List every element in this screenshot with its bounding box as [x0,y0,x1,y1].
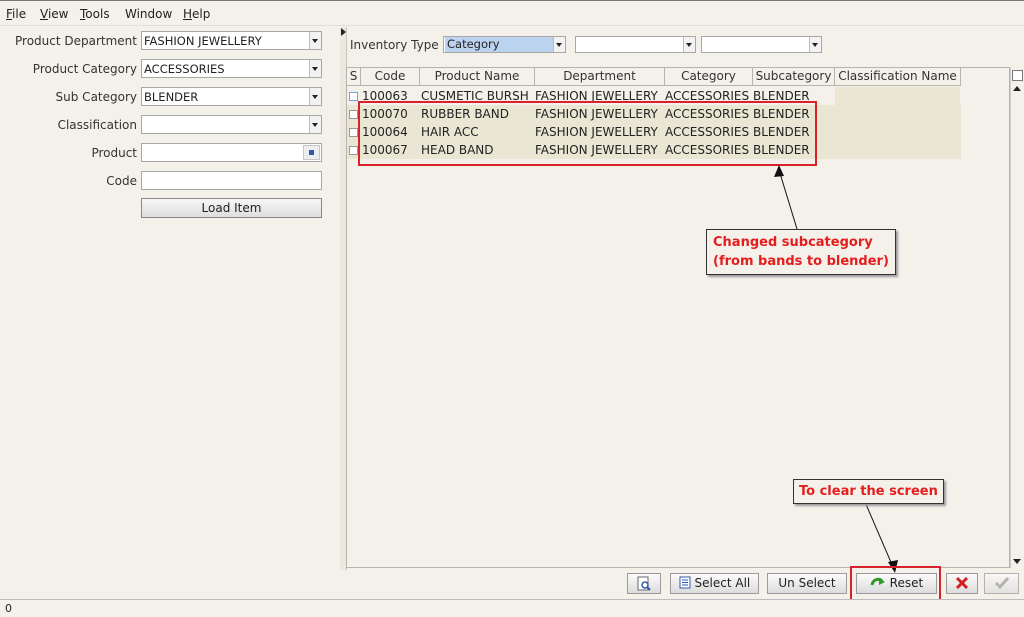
subcategory-callout: Changed subcategory (from bands to blend… [706,229,896,275]
subcategory-callout-line1: Changed subcategory [713,235,873,250]
print-preview-icon [637,576,651,591]
select-all-icon [679,576,691,589]
select-all-button[interactable]: Select All [670,573,759,594]
annotation-arrows [774,165,898,573]
reset-highlight-box [850,566,941,601]
preview-button[interactable] [627,573,661,594]
reset-callout-text: To clear the screen [799,484,938,499]
status-text: 0 [5,602,12,615]
arrow-head-subcategory [774,165,784,177]
confirm-button[interactable] [984,573,1019,594]
arrow-line-subcategory [778,169,798,230]
un-select-button[interactable]: Un Select [767,573,847,594]
subcategory-callout-line2: (from bands to blender) [713,254,889,269]
checkmark-icon [994,577,1009,590]
close-icon [955,576,969,590]
reset-callout: To clear the screen [793,479,944,504]
select-all-label: Select All [694,576,751,590]
cancel-button[interactable] [946,573,978,594]
arrow-line-reset [864,501,894,568]
status-bar: 0 [0,599,1024,617]
